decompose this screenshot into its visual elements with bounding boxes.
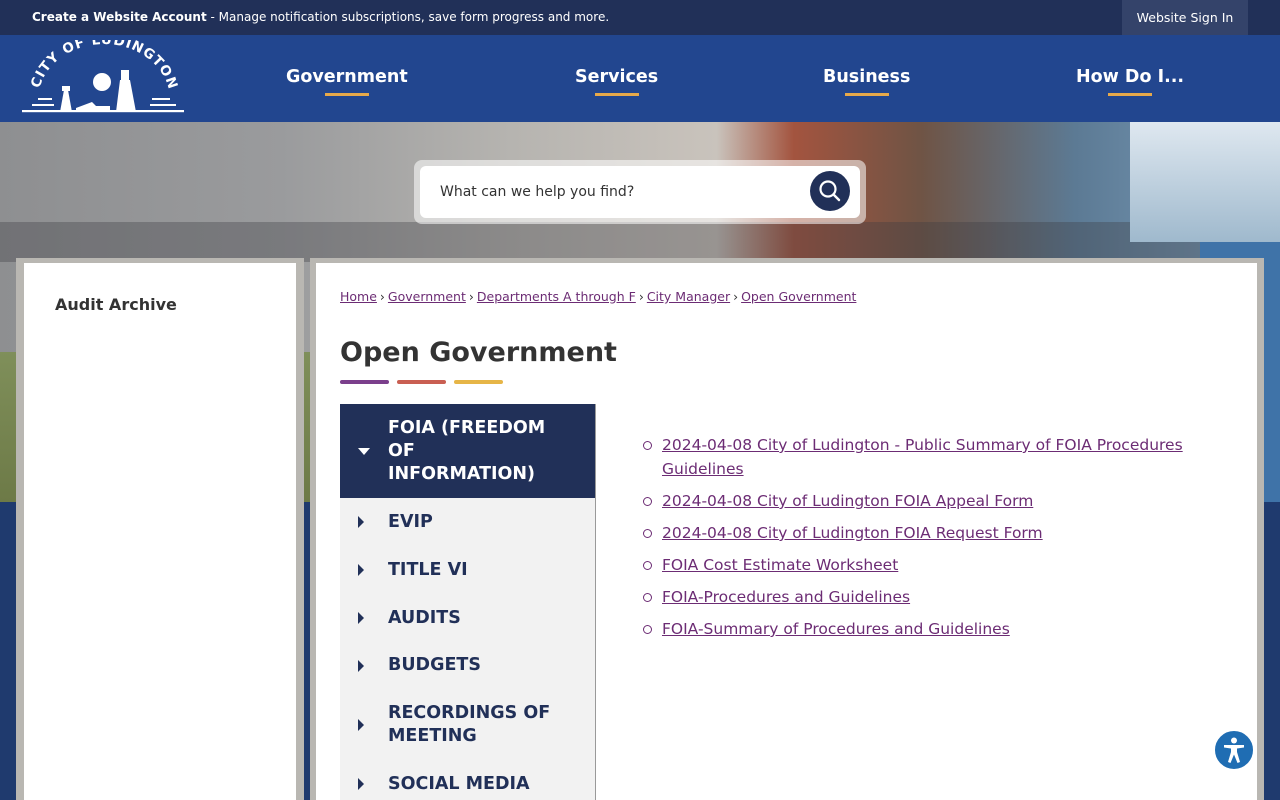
nav-business[interactable]: Business: [823, 67, 910, 96]
list-item: 2024-04-08 City of Ludington FOIA Appeal…: [643, 489, 1222, 513]
create-account-message: Create a Website Account - Manage notifi…: [32, 10, 609, 24]
nav-underline: [324, 93, 369, 96]
accessibility-icon: [1224, 737, 1244, 763]
caret-right-icon: [358, 564, 364, 576]
title-bar-red: [397, 380, 446, 384]
caret-right-icon: [358, 516, 364, 528]
document-link[interactable]: 2024-04-08 City of Ludington FOIA Reques…: [662, 524, 1043, 542]
accordion-item-evip[interactable]: EVIP: [340, 498, 595, 546]
list-item: 2024-04-08 City of Ludington - Public Su…: [643, 433, 1222, 481]
document-link[interactable]: 2024-04-08 City of Ludington FOIA Appeal…: [662, 492, 1033, 510]
city-logo[interactable]: CITY OF LUDINGTON: [20, 40, 188, 116]
document-link[interactable]: 2024-04-08 City of Ludington - Public Su…: [662, 436, 1183, 478]
accordion-label: AUDITS: [388, 608, 461, 628]
list-item: 2024-04-08 City of Ludington FOIA Reques…: [643, 521, 1222, 545]
nav-services-label: Services: [575, 67, 659, 87]
nav-business-label: Business: [823, 67, 911, 87]
create-account-description: - Manage notification subscriptions, sav…: [206, 10, 610, 24]
breadcrumb-government[interactable]: Government: [388, 289, 466, 304]
breadcrumb: Home › Government › Departments A through F ›…: [340, 289, 856, 304]
breadcrumb-city-manager[interactable]: City Manager: [647, 289, 730, 304]
page-title: Open Government: [340, 337, 617, 368]
nav-how-do-i-label: How Do I...: [1076, 67, 1185, 87]
nav-government[interactable]: Government: [286, 67, 408, 96]
breadcrumb-separator: ›: [733, 289, 739, 304]
nav-how-do-i[interactable]: How Do I...: [1076, 67, 1184, 96]
nav-services[interactable]: Services: [575, 67, 658, 96]
nav-underline: [1108, 93, 1153, 96]
title-bar-purple: [340, 380, 389, 384]
caret-down-icon: [358, 448, 370, 455]
accordion-label: FOIA (FREEDOM OF INFORMATION): [388, 418, 546, 484]
category-accordion: FOIA (FREEDOM OF INFORMATION) EVIP TITLE…: [340, 404, 596, 800]
nav-underline: [844, 93, 889, 96]
utility-bar: Create a Website Account - Manage notifi…: [0, 0, 1280, 35]
search-button[interactable]: [810, 171, 850, 211]
accordion-item-audits[interactable]: AUDITS: [340, 594, 595, 642]
caret-right-icon: [358, 612, 364, 624]
accordion-label: BUDGETS: [388, 655, 481, 675]
caret-right-icon: [358, 778, 364, 790]
document-list: 2024-04-08 City of Ludington - Public Su…: [643, 433, 1222, 649]
accordion-item-recordings[interactable]: RECORDINGS OF MEETING: [340, 690, 595, 760]
breadcrumb-separator: ›: [379, 289, 385, 304]
list-item: FOIA Cost Estimate Worksheet: [643, 553, 1222, 577]
accordion-item-social-media[interactable]: SOCIAL MEDIA: [340, 760, 595, 800]
document-link[interactable]: FOIA Cost Estimate Worksheet: [662, 556, 898, 574]
breadcrumb-departments[interactable]: Departments A through F: [477, 289, 636, 304]
caret-right-icon: [358, 660, 364, 672]
list-item: FOIA-Summary of Procedures and Guideline…: [643, 617, 1222, 641]
accordion-label: EVIP: [388, 512, 433, 532]
accordion-label: RECORDINGS OF MEETING: [388, 703, 551, 746]
breadcrumb-separator: ›: [468, 289, 474, 304]
accordion-label: TITLE VI: [388, 560, 468, 580]
document-link[interactable]: FOIA-Summary of Procedures and Guideline…: [662, 620, 1010, 638]
nav-underline: [594, 93, 639, 96]
list-item: FOIA-Procedures and Guidelines: [643, 585, 1222, 609]
sidebar-item-audit-archive[interactable]: Audit Archive: [55, 295, 177, 314]
hero-ship-band: [0, 222, 1280, 262]
breadcrumb-open-government[interactable]: Open Government: [741, 289, 856, 304]
search-input[interactable]: [420, 166, 860, 218]
accordion-label: SOCIAL MEDIA: [388, 774, 530, 794]
nav-government-label: Government: [286, 67, 408, 87]
accordion-item-foia[interactable]: FOIA (FREEDOM OF INFORMATION): [340, 404, 595, 498]
breadcrumb-separator: ›: [638, 289, 644, 304]
create-account-link[interactable]: Create a Website Account: [32, 10, 207, 24]
main-content: Home › Government › Departments A through F ›…: [316, 263, 1257, 800]
site-search: [414, 160, 866, 224]
hero-sky: [1130, 122, 1280, 242]
accessibility-button[interactable]: [1213, 729, 1255, 771]
document-link[interactable]: FOIA-Procedures and Guidelines: [662, 588, 910, 606]
site-header: CITY OF LUDINGTON Government Services Bu…: [0, 35, 1280, 122]
title-accent-bars: [340, 380, 510, 384]
sign-in-button[interactable]: Website Sign In: [1122, 0, 1248, 35]
breadcrumb-home[interactable]: Home: [340, 289, 377, 304]
sidebar: Audit Archive: [24, 263, 296, 800]
search-icon: [819, 180, 841, 202]
caret-right-icon: [358, 719, 364, 731]
accordion-item-title-vi[interactable]: TITLE VI: [340, 546, 595, 594]
accordion-item-budgets[interactable]: BUDGETS: [340, 642, 595, 690]
title-bar-gold: [454, 380, 503, 384]
